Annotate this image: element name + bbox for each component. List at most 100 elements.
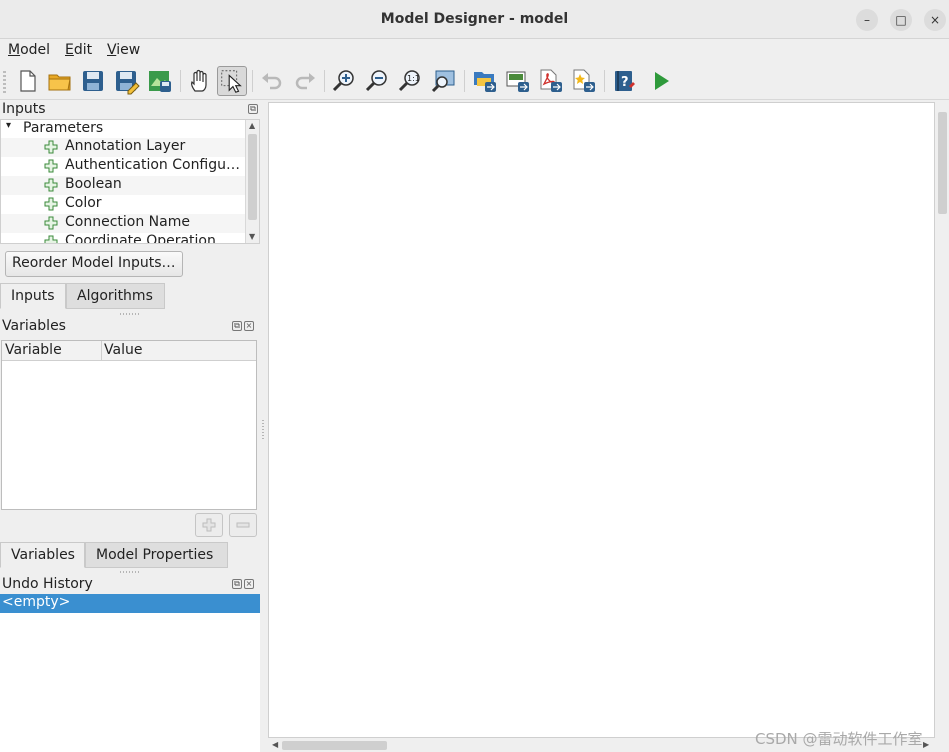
list-item[interactable]: Annotation Layer	[1, 138, 246, 157]
list-item-label: Boolean	[65, 176, 122, 192]
float-icon[interactable]: ⧉	[232, 579, 242, 589]
float-icon[interactable]: ⧉	[232, 321, 242, 331]
column-header-variable[interactable]: Variable	[5, 342, 62, 358]
add-parameter-icon	[44, 197, 58, 211]
save-icon[interactable]	[78, 66, 108, 96]
scroll-thumb[interactable]	[282, 741, 387, 750]
list-item[interactable]: Authentication Configu…	[1, 157, 246, 176]
dock-resize-handle[interactable]	[120, 313, 140, 315]
scroll-up-icon[interactable]: ▲	[249, 121, 255, 130]
list-item-label: Color	[65, 195, 102, 211]
list-item-label: Coordinate Operation	[65, 233, 216, 244]
tab-model-properties[interactable]: Model Properties	[85, 542, 228, 568]
add-parameter-icon	[44, 216, 58, 230]
title-bar: Model Designer - model – □ ×	[0, 0, 949, 39]
list-item[interactable]: <empty>	[0, 594, 260, 613]
menu-model-label: odel	[20, 42, 51, 58]
toolbar-grip[interactable]	[3, 71, 6, 93]
close-icon[interactable]: ×	[244, 321, 254, 331]
dock-resize-handle[interactable]	[120, 571, 140, 573]
expand-arrow-icon[interactable]: ▾	[6, 120, 11, 131]
scroll-right-icon[interactable]: ▶	[923, 740, 929, 749]
zoom-actual-icon[interactable]: 1:1	[395, 66, 425, 96]
model-canvas[interactable]	[268, 102, 935, 738]
list-item[interactable]: Coordinate Operation	[1, 233, 246, 244]
open-model-icon[interactable]	[45, 66, 75, 96]
export-python-icon[interactable]	[568, 66, 598, 96]
list-item-label: Annotation Layer	[65, 138, 186, 154]
reorder-model-inputs-button[interactable]: Reorder Model Inputs…	[5, 251, 183, 277]
menu-view-label: iew	[116, 42, 141, 58]
remove-variable-button[interactable]	[229, 513, 257, 537]
save-to-project-icon[interactable]	[144, 66, 174, 96]
close-button[interactable]: ×	[924, 9, 946, 31]
redo-icon[interactable]	[290, 66, 320, 96]
scroll-left-icon[interactable]: ◀	[272, 740, 278, 749]
save-as-icon[interactable]	[111, 66, 141, 96]
remove-icon	[236, 522, 250, 528]
svg-text:?: ?	[621, 75, 629, 90]
tab-algorithms[interactable]: Algorithms	[66, 283, 165, 309]
scroll-down-icon[interactable]: ▼	[249, 232, 255, 241]
add-variable-button[interactable]	[195, 513, 223, 537]
undo-history-list: <empty>	[0, 594, 260, 752]
help-icon[interactable]: ?	[609, 66, 639, 96]
toolbar-separator	[252, 70, 253, 92]
variables-dock-controls: ⧉ ×	[230, 320, 254, 331]
tab-inputs[interactable]: Inputs	[0, 283, 66, 309]
export-svg-icon[interactable]	[502, 66, 532, 96]
undo-history-title: Undo History	[2, 576, 93, 592]
list-item[interactable]: Boolean	[1, 176, 246, 195]
inputs-tree: ▾ Parameters Annotation Layer Authentica…	[0, 119, 260, 244]
tab-variables[interactable]: Variables	[0, 542, 85, 568]
zoom-full-icon[interactable]	[428, 66, 458, 96]
list-item[interactable]: Connection Name	[1, 214, 246, 233]
float-icon[interactable]: ⧉	[248, 104, 258, 114]
menu-edit-label: dit	[73, 42, 93, 58]
undo-icon[interactable]	[257, 66, 287, 96]
run-model-icon[interactable]	[646, 66, 676, 96]
undo-dock-controls: ⧉ ×	[230, 578, 254, 589]
scroll-thumb[interactable]	[938, 112, 947, 214]
list-item[interactable]: Color	[1, 195, 246, 214]
export-pdf-icon[interactable]	[535, 66, 565, 96]
menu-model[interactable]: Model	[8, 42, 50, 58]
close-icon[interactable]: ×	[244, 579, 254, 589]
menu-edit[interactable]: Edit	[65, 42, 92, 58]
add-parameter-icon	[44, 140, 58, 154]
add-parameter-icon	[44, 178, 58, 192]
window-title: Model Designer - model	[380, 11, 569, 27]
zoom-in-icon[interactable]	[329, 66, 359, 96]
pan-icon[interactable]	[185, 66, 215, 96]
zoom-out-icon[interactable]	[362, 66, 392, 96]
inputs-panel-title: Inputs	[2, 101, 46, 117]
menu-view[interactable]: View	[107, 42, 140, 58]
add-icon	[202, 518, 216, 532]
variables-panel-title: Variables	[2, 318, 66, 334]
maximize-button[interactable]: □	[890, 9, 912, 31]
menu-model-mnemonic: M	[8, 42, 21, 58]
variables-table: Variable Value	[1, 340, 257, 510]
table-header: Variable Value	[2, 341, 256, 361]
svg-text:1:1: 1:1	[407, 74, 420, 83]
select-icon[interactable]	[217, 66, 247, 96]
menu-edit-mnemonic: E	[65, 42, 74, 58]
tree-root[interactable]: ▾ Parameters	[1, 120, 246, 139]
menu-bar: Model Edit View	[0, 40, 949, 62]
column-header-value[interactable]: Value	[104, 342, 142, 358]
export-image-icon[interactable]	[469, 66, 499, 96]
toolbar: 1:1 ?	[0, 62, 949, 100]
list-item-label: Authentication Configu…	[65, 157, 241, 173]
tree-root-label: Parameters	[23, 120, 104, 136]
toolbar-separator	[464, 70, 465, 92]
minimize-button[interactable]: –	[856, 9, 878, 31]
toolbar-separator	[604, 70, 605, 92]
column-divider	[101, 341, 102, 361]
scroll-thumb[interactable]	[248, 134, 257, 220]
list-item-label: Connection Name	[65, 214, 190, 230]
splitter-handle[interactable]	[262, 420, 264, 440]
canvas-vertical-scrollbar[interactable]	[935, 102, 949, 738]
new-model-icon[interactable]	[12, 66, 42, 96]
inputs-dock-controls: ⧉	[246, 103, 258, 114]
inputs-scrollbar[interactable]: ▲ ▼	[245, 120, 259, 243]
